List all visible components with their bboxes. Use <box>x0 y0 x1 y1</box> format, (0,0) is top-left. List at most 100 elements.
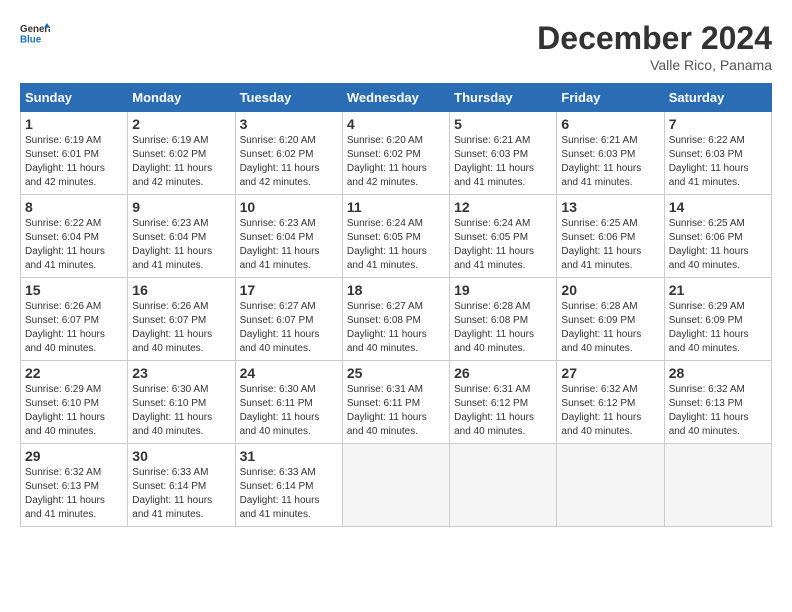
table-row <box>450 444 557 527</box>
table-row <box>557 444 664 527</box>
day-info: Sunrise: 6:20 AMSunset: 6:02 PMDaylight:… <box>240 134 338 190</box>
day-number: 17 <box>240 282 338 298</box>
day-number: 26 <box>454 365 552 381</box>
table-row: 19 Sunrise: 6:28 AMSunset: 6:08 PMDayligh… <box>450 278 557 361</box>
calendar-table: Sunday Monday Tuesday Wednesday Thursday… <box>20 83 772 527</box>
calendar-row: 8 Sunrise: 6:22 AMSunset: 6:04 PMDaylight… <box>21 195 772 278</box>
day-info: Sunrise: 6:28 AMSunset: 6:08 PMDaylight:… <box>454 300 552 356</box>
table-row: 14 Sunrise: 6:25 AMSunset: 6:06 PMDayligh… <box>664 195 771 278</box>
day-number: 3 <box>240 116 338 132</box>
table-row: 20 Sunrise: 6:28 AMSunset: 6:09 PMDayligh… <box>557 278 664 361</box>
day-number: 2 <box>132 116 230 132</box>
day-info: Sunrise: 6:22 AMSunset: 6:04 PMDaylight:… <box>25 217 123 273</box>
day-number: 12 <box>454 199 552 215</box>
table-row: 24Sunrise: 6:30 AMSunset: 6:11 PMDayligh… <box>235 361 342 444</box>
day-info: Sunrise: 6:32 AMSunset: 6:13 PMDaylight:… <box>669 383 767 439</box>
logo: General Blue <box>20 20 50 50</box>
title-area: December 2024 Valle Rico, Panama <box>537 20 772 73</box>
day-number: 29 <box>25 448 123 464</box>
day-info: Sunrise: 6:32 AMSunset: 6:12 PMDaylight:… <box>561 383 659 439</box>
day-info: Sunrise: 6:32 AMSunset: 6:13 PMDaylight:… <box>25 466 123 522</box>
day-info: Sunrise: 6:29 AMSunset: 6:09 PMDaylight:… <box>669 300 767 356</box>
svg-text:Blue: Blue <box>20 35 42 46</box>
table-row: 12 Sunrise: 6:24 AMSunset: 6:05 PMDayligh… <box>450 195 557 278</box>
day-number: 15 <box>25 282 123 298</box>
table-row: 29 Sunrise: 6:32 AMSunset: 6:13 PMDayligh… <box>21 444 128 527</box>
day-number: 1 <box>25 116 123 132</box>
day-number: 8 <box>25 199 123 215</box>
day-info: Sunrise: 6:19 AMSunset: 6:02 PMDaylight:… <box>132 134 230 190</box>
day-number: 5 <box>454 116 552 132</box>
logo-icon: General Blue <box>20 20 50 50</box>
table-row: 10 Sunrise: 6:23 AMSunset: 6:04 PMDayligh… <box>235 195 342 278</box>
day-number: 30 <box>132 448 230 464</box>
day-info: Sunrise: 6:26 AMSunset: 6:07 PMDaylight:… <box>132 300 230 356</box>
table-row: 23 Sunrise: 6:30 AMSunset: 6:10 PMDayligh… <box>128 361 235 444</box>
day-number: 27 <box>561 365 659 381</box>
day-info: Sunrise: 6:31 AMSunset: 6:12 PMDaylight:… <box>454 383 552 439</box>
day-number: 31 <box>240 448 338 464</box>
table-row: 9Sunrise: 6:23 AMSunset: 6:04 PMDaylight… <box>128 195 235 278</box>
day-number: 18 <box>347 282 445 298</box>
day-info: Sunrise: 6:20 AMSunset: 6:02 PMDaylight:… <box>347 134 445 190</box>
day-info: Sunrise: 6:29 AMSunset: 6:10 PMDaylight:… <box>25 383 123 439</box>
day-number: 20 <box>561 282 659 298</box>
day-info: Sunrise: 6:19 AMSunset: 6:01 PMDaylight:… <box>25 134 123 190</box>
day-number: 13 <box>561 199 659 215</box>
day-info: Sunrise: 6:21 AMSunset: 6:03 PMDaylight:… <box>454 134 552 190</box>
table-row: 2 Sunrise: 6:19 AMSunset: 6:02 PMDaylight… <box>128 112 235 195</box>
day-number: 22 <box>25 365 123 381</box>
day-info: Sunrise: 6:22 AMSunset: 6:03 PMDaylight:… <box>669 134 767 190</box>
day-number: 24 <box>240 365 338 381</box>
col-friday: Friday <box>557 84 664 112</box>
table-row: 13 Sunrise: 6:25 AMSunset: 6:06 PMDayligh… <box>557 195 664 278</box>
day-number: 4 <box>347 116 445 132</box>
day-info: Sunrise: 6:33 AMSunset: 6:14 PMDaylight:… <box>240 466 338 522</box>
col-wednesday: Wednesday <box>342 84 449 112</box>
month-title: December 2024 <box>537 20 772 57</box>
day-number: 6 <box>561 116 659 132</box>
table-row: 27 Sunrise: 6:32 AMSunset: 6:12 PMDayligh… <box>557 361 664 444</box>
table-row: 7 Sunrise: 6:22 AMSunset: 6:03 PMDaylight… <box>664 112 771 195</box>
table-row: 31 Sunrise: 6:33 AMSunset: 6:14 PMDayligh… <box>235 444 342 527</box>
table-row: 5 Sunrise: 6:21 AMSunset: 6:03 PMDaylight… <box>450 112 557 195</box>
day-number: 16 <box>132 282 230 298</box>
day-info: Sunrise: 6:24 AMSunset: 6:05 PMDaylight:… <box>454 217 552 273</box>
day-info: Sunrise: 6:28 AMSunset: 6:09 PMDaylight:… <box>561 300 659 356</box>
table-row: 25Sunrise: 6:31 AMSunset: 6:11 PMDayligh… <box>342 361 449 444</box>
col-tuesday: Tuesday <box>235 84 342 112</box>
day-number: 21 <box>669 282 767 298</box>
table-row: 28 Sunrise: 6:32 AMSunset: 6:13 PMDayligh… <box>664 361 771 444</box>
day-info: Sunrise: 6:25 AMSunset: 6:06 PMDaylight:… <box>561 217 659 273</box>
table-row <box>342 444 449 527</box>
day-number: 23 <box>132 365 230 381</box>
table-row: 26 Sunrise: 6:31 AMSunset: 6:12 PMDayligh… <box>450 361 557 444</box>
day-info: Sunrise: 6:27 AMSunset: 6:08 PMDaylight:… <box>347 300 445 356</box>
calendar-row: 15 Sunrise: 6:26 AMSunset: 6:07 PMDayligh… <box>21 278 772 361</box>
table-row <box>664 444 771 527</box>
day-info: Sunrise: 6:23 AMSunset: 6:04 PMDaylight:… <box>240 217 338 273</box>
table-row: 11 Sunrise: 6:24 AMSunset: 6:05 PMDayligh… <box>342 195 449 278</box>
table-row: 8 Sunrise: 6:22 AMSunset: 6:04 PMDaylight… <box>21 195 128 278</box>
calendar-row: 29 Sunrise: 6:32 AMSunset: 6:13 PMDayligh… <box>21 444 772 527</box>
day-number: 28 <box>669 365 767 381</box>
table-row: 16 Sunrise: 6:26 AMSunset: 6:07 PMDayligh… <box>128 278 235 361</box>
day-number: 14 <box>669 199 767 215</box>
col-sunday: Sunday <box>21 84 128 112</box>
day-info: Sunrise: 6:25 AMSunset: 6:06 PMDaylight:… <box>669 217 767 273</box>
day-info: Sunrise: 6:23 AMSunset: 6:04 PMDaylight:… <box>132 217 230 273</box>
table-row: 1 Sunrise: 6:19 AMSunset: 6:01 PMDaylight… <box>21 112 128 195</box>
table-row: 15 Sunrise: 6:26 AMSunset: 6:07 PMDayligh… <box>21 278 128 361</box>
day-number: 10 <box>240 199 338 215</box>
day-info: Sunrise: 6:27 AMSunset: 6:07 PMDaylight:… <box>240 300 338 356</box>
day-number: 7 <box>669 116 767 132</box>
table-row: 4 Sunrise: 6:20 AMSunset: 6:02 PMDaylight… <box>342 112 449 195</box>
day-info: Sunrise: 6:26 AMSunset: 6:07 PMDaylight:… <box>25 300 123 356</box>
day-info: Sunrise: 6:24 AMSunset: 6:05 PMDaylight:… <box>347 217 445 273</box>
col-saturday: Saturday <box>664 84 771 112</box>
day-number: 11 <box>347 199 445 215</box>
day-info: Sunrise: 6:30 AMSunset: 6:10 PMDaylight:… <box>132 383 230 439</box>
table-row: 18 Sunrise: 6:27 AMSunset: 6:08 PMDayligh… <box>342 278 449 361</box>
day-number: 19 <box>454 282 552 298</box>
col-thursday: Thursday <box>450 84 557 112</box>
